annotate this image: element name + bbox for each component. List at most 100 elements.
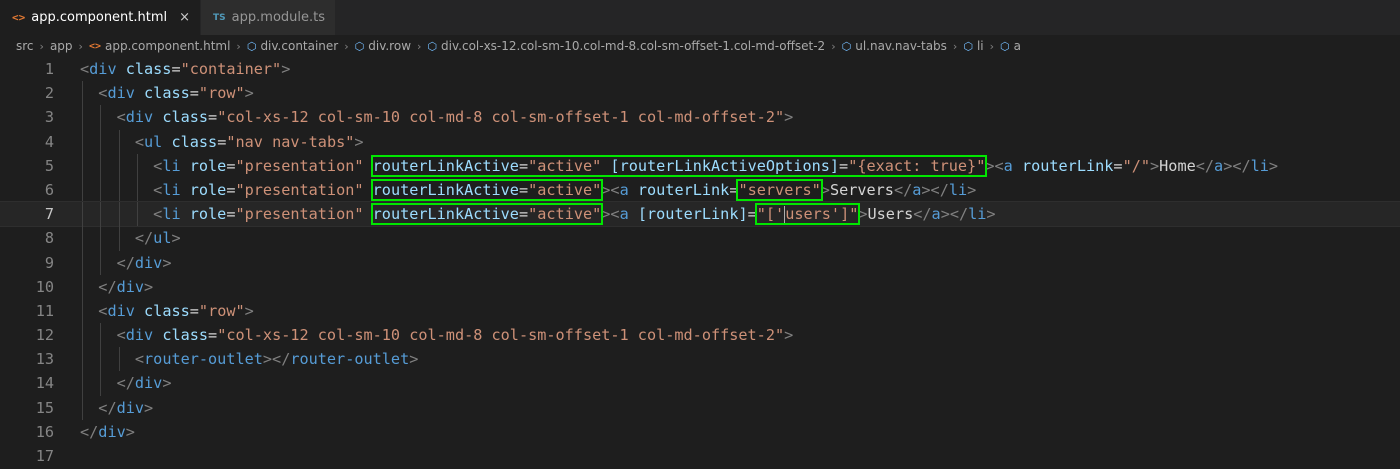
line-code: <div class="col-xs-12 col-sm-10 col-md-8… <box>80 323 794 348</box>
code-line[interactable]: 8 </ul> <box>0 226 1400 251</box>
attribute-value: "presentation" <box>235 205 364 224</box>
code-line[interactable]: 1 <div class="container"> <box>0 57 1400 81</box>
element-symbol-icon: ⬡ <box>246 39 257 53</box>
indent-guide <box>82 129 83 154</box>
highlight-box: "['users']" <box>754 203 861 226</box>
tag-name: a <box>619 180 629 199</box>
tag-bracket: < <box>153 205 163 224</box>
indent-guide <box>136 202 138 227</box>
line-number: 2 <box>44 84 54 103</box>
chevron-right-icon: › <box>831 39 836 53</box>
tag-bracket: > <box>162 253 172 272</box>
tab-app-component-html[interactable]: <> app.component.html × <box>0 0 202 35</box>
code-line[interactable]: 6 <li role="presentation" routerLinkActi… <box>0 177 1400 203</box>
indent-guide <box>82 177 83 203</box>
indent-guide <box>118 226 120 251</box>
indent-guide <box>100 347 102 372</box>
line-code: <ul class="nav nav-tabs"> <box>80 129 364 154</box>
tag-bracket: < <box>153 156 163 175</box>
tab-app-module-ts[interactable]: TS app.module.ts <box>201 0 336 35</box>
tag-name: div <box>116 277 145 296</box>
code-line[interactable]: 13 <router-outlet></router-outlet> <box>0 347 1400 372</box>
attribute-name: role <box>180 156 227 175</box>
code-text: = <box>1113 156 1123 175</box>
element-symbol-icon: ⬡ <box>1000 39 1010 53</box>
indent-guide <box>100 105 102 130</box>
code-editor[interactable]: 1 <div class="container"> 2 <div class="ro… <box>0 57 1400 468</box>
indent-guide <box>100 323 102 348</box>
code-text: = <box>208 326 218 345</box>
tag-name: div <box>89 60 117 78</box>
code-line[interactable]: 15 </div> <box>0 395 1400 420</box>
code-line[interactable]: 4 <ul class="nav nav-tabs"> <box>0 129 1400 154</box>
indent-guide <box>118 202 120 227</box>
line-code: <div class="row"> <box>80 81 254 106</box>
breadcrumb-item-li[interactable]: li <box>977 39 984 53</box>
code-line[interactable]: 10 </div> <box>0 274 1400 299</box>
attribute-name: class <box>153 326 209 345</box>
indent-guide <box>136 177 138 203</box>
code-line[interactable]: 7 <li role="presentation" routerLinkActi… <box>0 201 1400 228</box>
tag-name: li <box>948 180 968 199</box>
line-code: <li role="presentation" routerLinkActive… <box>80 202 996 227</box>
tag-name: div <box>125 108 154 127</box>
tag-bracket: ></ <box>940 205 969 224</box>
tag-name: router-outlet <box>290 350 410 369</box>
code-line[interactable]: 14 </div> <box>0 371 1400 396</box>
attribute-value: "[' <box>756 205 785 224</box>
tag-name: div <box>134 253 163 272</box>
line-number: 11 <box>35 301 54 320</box>
code-line[interactable]: 11 <div class="row"> <box>0 298 1400 324</box>
code-line[interactable]: 17 <box>0 444 1400 468</box>
breadcrumb-item-div-col[interactable]: div.col-xs-12.col-sm-10.col-md-8.col-sm-… <box>441 39 825 53</box>
breadcrumb-item-div-row[interactable]: div.row <box>368 39 411 53</box>
close-icon[interactable]: × <box>179 10 190 25</box>
indent-guide <box>100 202 102 227</box>
tag-bracket: < <box>134 132 145 151</box>
code-line[interactable]: 12 <div class="col-xs-12 col-sm-10 col-m… <box>0 323 1400 348</box>
line-number: 10 <box>35 277 54 296</box>
tab-label: app.component.html <box>31 10 168 25</box>
indent-guide <box>82 153 83 178</box>
tag-bracket: </ <box>116 374 135 393</box>
code-line[interactable]: 9 </div> <box>0 250 1400 275</box>
line-code: </ul> <box>80 226 181 251</box>
code-line[interactable]: 16 </div> <box>0 420 1400 444</box>
indent-guide <box>100 371 102 396</box>
tag-bracket: > <box>784 326 794 345</box>
tag-bracket: > <box>1268 156 1279 175</box>
breadcrumb-item-ul[interactable]: ul.nav.nav-tabs <box>855 39 947 53</box>
code-line[interactable]: 5 <li role="presentation" routerLinkActi… <box>0 153 1400 178</box>
line-number: 16 <box>35 422 54 441</box>
attribute-value: "active" <box>528 180 602 199</box>
indent-guide <box>82 298 83 324</box>
line-code: <div class="col-xs-12 col-sm-10 col-md-8… <box>80 105 793 130</box>
breadcrumb-item-div-container[interactable]: div.container <box>260 39 338 53</box>
code-line[interactable]: 3 <div class="col-xs-12 col-sm-10 col-md… <box>0 105 1400 130</box>
attribute-name: routerLinkActive <box>372 156 519 175</box>
breadcrumb-item-a[interactable]: a <box>1014 39 1021 53</box>
code-line[interactable]: 2 <div class="row"> <box>0 81 1400 106</box>
line-code: </div> <box>80 371 171 396</box>
breadcrumb-item-app[interactable]: app <box>50 39 73 53</box>
tag-name: a <box>931 205 941 224</box>
tag-name: div <box>98 422 126 441</box>
code-text: = <box>189 84 199 103</box>
breadcrumb-item-file[interactable]: app.component.html <box>105 39 230 53</box>
breadcrumb-item-src[interactable]: src <box>16 39 34 53</box>
chevron-right-icon: › <box>344 39 349 53</box>
highlight-box: routerLinkActive="active" <box>370 203 604 226</box>
tag-name: a <box>1003 156 1013 175</box>
line-number: 1 <box>44 60 54 78</box>
line-number: 6 <box>44 180 54 199</box>
element-symbol-icon: ⬡ <box>841 39 852 53</box>
indent-guide <box>118 129 120 154</box>
tag-bracket: > <box>820 180 830 199</box>
attribute-value: "presentation" <box>235 180 364 199</box>
attribute-value: "/" <box>1122 156 1150 175</box>
